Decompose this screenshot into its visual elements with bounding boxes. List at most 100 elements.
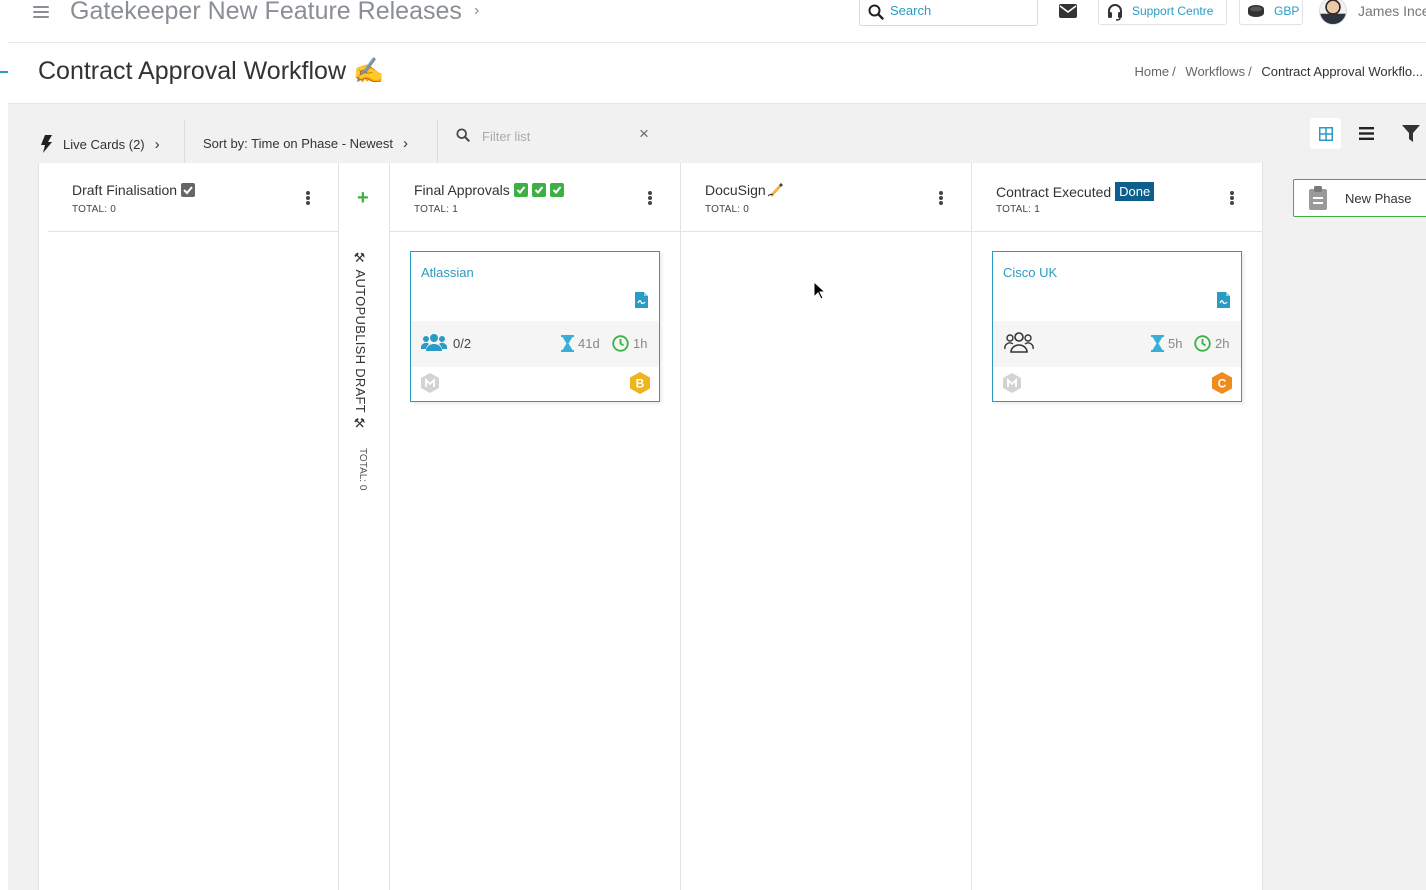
module-icon: [1003, 373, 1021, 393]
list-view-button[interactable]: [1351, 118, 1382, 149]
time-in-phase-value: 5h: [1168, 336, 1183, 351]
app-title[interactable]: Gatekeeper New Feature Releases: [70, 0, 462, 26]
check-mark-icon: [531, 183, 546, 197]
collapsed-phase-autopublish: + ⚒ AUTOPUBLISH DRAFT ⚒ TOTAL: 0: [339, 163, 390, 890]
grid-icon: [1318, 126, 1333, 141]
clipboard-icon: [1309, 186, 1327, 210]
mail-icon[interactable]: [1059, 4, 1077, 18]
phase-header: Draft Finalisation TOTAL: 0: [48, 163, 338, 232]
phase-header: DocuSign TOTAL: 0: [681, 163, 971, 232]
add-phase-button[interactable]: +: [357, 187, 369, 210]
phase-column-docusign: DocuSign TOTAL: 0: [681, 163, 972, 890]
currency-button[interactable]: GBP: [1239, 0, 1303, 25]
clock-icon: [612, 335, 629, 352]
card-badge-letter: C: [1218, 377, 1227, 391]
document-icon[interactable]: [1217, 292, 1230, 308]
search-icon: [456, 128, 470, 142]
check-mark-icon: [513, 183, 528, 197]
contract-card[interactable]: Cisco UK 5h 2h C: [992, 251, 1242, 402]
phase-menu-icon[interactable]: [648, 191, 652, 205]
collapsed-phase-total: TOTAL: 0: [357, 448, 368, 491]
phase-title: Final Approvals: [414, 182, 510, 198]
phase-name: Draft Finalisation: [72, 182, 196, 198]
breadcrumb-separator: /: [1172, 64, 1176, 79]
clear-filter-icon[interactable]: ×: [639, 124, 649, 144]
contract-card[interactable]: Atlassian 0/2 41d 1h B: [410, 251, 660, 402]
card-metrics: 5h 2h: [993, 321, 1241, 367]
chevron-right-icon: ›: [403, 135, 409, 152]
phase-total: TOTAL: 0: [72, 204, 117, 215]
phase-menu-icon[interactable]: [939, 191, 943, 205]
chevron-right-icon[interactable]: ›: [474, 2, 479, 20]
phase-total: TOTAL: 1: [996, 204, 1041, 215]
search-input[interactable]: [890, 3, 1030, 18]
phase-title: Draft Finalisation: [72, 182, 178, 198]
currency-label: GBP: [1274, 4, 1300, 18]
board-view-button[interactable]: [1310, 118, 1341, 149]
new-phase-label: New Phase: [1345, 191, 1412, 206]
support-centre-button[interactable]: Support Centre: [1098, 0, 1227, 25]
phase-name: Final Approvals: [414, 182, 564, 198]
coins-icon: [1248, 5, 1264, 17]
avatar[interactable]: [1319, 0, 1347, 25]
time-in-phase: 41d: [561, 335, 600, 352]
done-badge: Done: [1115, 182, 1155, 201]
toolbar-divider: [184, 120, 185, 163]
priority-hexagon-icon: B: [630, 372, 650, 394]
phase-column-draft-finalisation: Draft Finalisation TOTAL: 0: [48, 163, 339, 890]
menu-icon[interactable]: [33, 6, 49, 18]
phase-header: Contract Executed Done TOTAL: 1: [972, 163, 1262, 232]
new-phase-button[interactable]: New Phase: [1293, 179, 1426, 217]
headset-icon: [1108, 4, 1122, 21]
time-in-phase-value: 41d: [578, 336, 600, 351]
module-icon: [421, 373, 439, 393]
filter-input[interactable]: [482, 127, 632, 145]
card-title[interactable]: Atlassian: [421, 265, 474, 280]
phase-columns: Draft Finalisation TOTAL: 0 + ⚒ AUTOPUBL…: [38, 163, 1263, 890]
phase-column-contract-executed: Contract Executed Done TOTAL: 1 Cisco UK…: [972, 163, 1263, 890]
sort-label: Sort by: Time on Phase - Newest: [203, 136, 394, 151]
breadcrumb-separator: /: [1248, 64, 1252, 79]
sidebar-stub: [0, 0, 8, 890]
bolt-icon: [41, 135, 52, 153]
breadcrumb-home[interactable]: Home: [1134, 64, 1169, 79]
document-icon[interactable]: [635, 292, 648, 308]
phase-name: Contract Executed Done: [996, 182, 1155, 201]
search-icon: [868, 4, 884, 20]
phase-column-final-approvals: Final Approvals TOTAL: 1 Atlassian 0/2 4…: [390, 163, 681, 890]
funnel-icon: [1401, 125, 1420, 142]
phase-menu-icon[interactable]: [1230, 191, 1234, 205]
sidebar-marker: [0, 71, 8, 73]
time-in-phase: 5h: [1151, 335, 1182, 352]
check-mark-icon: [549, 183, 564, 197]
users-outline-icon: [1004, 332, 1034, 353]
support-centre-label: Support Centre: [1132, 4, 1214, 18]
phase-header: Final Approvals TOTAL: 1: [390, 163, 680, 232]
search-box[interactable]: [859, 0, 1038, 26]
collapsed-phase-label[interactable]: ⚒ AUTOPUBLISH DRAFT ⚒: [353, 251, 368, 432]
sort-button[interactable]: Sort by: Time on Phase - Newest ›: [203, 135, 408, 152]
time-elapsed-value: 2h: [1215, 336, 1230, 351]
writing-hand-icon: [767, 183, 783, 197]
phase-total: TOTAL: 0: [705, 204, 750, 215]
hourglass-icon: [561, 335, 574, 352]
user-name[interactable]: James Ince: [1358, 3, 1426, 19]
top-bar: Gatekeeper New Feature Releases › Suppor…: [8, 0, 1426, 43]
list-icon: [1359, 127, 1374, 140]
live-cards-button[interactable]: Live Cards (2) ›: [41, 135, 160, 153]
phase-menu-icon[interactable]: [306, 191, 310, 205]
hourglass-icon: [1151, 335, 1164, 352]
time-elapsed: 1h: [612, 335, 647, 352]
card-badge-letter: B: [636, 377, 645, 391]
mouse-cursor-icon: [814, 282, 826, 300]
card-title[interactable]: Cisco UK: [1003, 265, 1057, 280]
breadcrumb-workflows[interactable]: Workflows: [1185, 64, 1245, 79]
filter-button[interactable]: [1395, 118, 1426, 149]
breadcrumb: Home / Workflows / Contract Approval Workf…: [1134, 64, 1423, 79]
page-title: Contract Approval Workflow ✍️: [38, 57, 385, 85]
phase-title: DocuSign: [705, 182, 766, 198]
phase-total: TOTAL: 1: [414, 204, 459, 215]
breadcrumb-current: Contract Approval Workflo...: [1261, 64, 1423, 79]
priority-hexagon-icon: C: [1212, 372, 1232, 394]
card-metrics: 0/2 41d 1h: [411, 321, 659, 367]
